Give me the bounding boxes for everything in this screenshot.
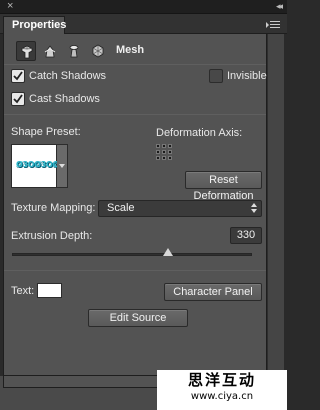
divider bbox=[4, 114, 266, 115]
cast-shadows-checkbox[interactable] bbox=[11, 92, 25, 106]
shape-preset-preview-text: Ø3OØ3OØ bbox=[16, 160, 60, 169]
properties-panel: Mesh Catch Shadows Invisible Cast Shadow… bbox=[3, 34, 267, 376]
cast-shadows-label: Cast Shadows bbox=[29, 93, 100, 105]
window-titlebar: × ◂◂ bbox=[0, 0, 287, 14]
watermark-title: 思洋互动 bbox=[187, 371, 256, 389]
text-color-swatch[interactable] bbox=[37, 283, 62, 298]
catch-shadows-label: Catch Shadows bbox=[29, 70, 107, 82]
deformation-axis-grid[interactable] bbox=[156, 144, 176, 164]
panel-scrollbar[interactable] bbox=[267, 34, 284, 376]
invisible-label: Invisible bbox=[227, 70, 267, 82]
shape-preset-dropdown[interactable] bbox=[57, 144, 68, 188]
tab-properties[interactable]: Properties bbox=[3, 16, 66, 34]
extrusion-depth-label: Extrusion Depth: bbox=[11, 230, 93, 242]
watermark-logo: 思洋互动 www.ciya.cn bbox=[157, 370, 287, 410]
close-icon[interactable]: × bbox=[7, 0, 13, 13]
invisible-checkbox[interactable] bbox=[209, 69, 223, 83]
divider bbox=[4, 270, 266, 271]
divider bbox=[4, 64, 266, 65]
text-color-label: Text: bbox=[11, 285, 35, 297]
panel-menu-icon[interactable] bbox=[266, 18, 280, 30]
character-panel-button[interactable]: Character Panel bbox=[164, 283, 262, 301]
extrusion-depth-input[interactable]: 330 bbox=[230, 227, 262, 244]
extrusion-depth-slider-thumb[interactable] bbox=[163, 248, 173, 256]
deformation-axis-label: Deformation Axis: bbox=[156, 127, 243, 139]
cap-mode-icon[interactable] bbox=[64, 41, 84, 61]
mode-label: Mesh bbox=[116, 44, 145, 56]
texture-mapping-select[interactable]: Scale bbox=[98, 200, 262, 217]
texture-mapping-label: Texture Mapping: bbox=[11, 202, 96, 214]
extrusion-depth-slider[interactable] bbox=[12, 253, 252, 256]
mesh-mode-icon[interactable] bbox=[16, 41, 36, 61]
shape-preset-label: Shape Preset: bbox=[11, 126, 81, 138]
reset-deformation-button[interactable]: Reset Deformation bbox=[185, 171, 262, 202]
edit-source-button[interactable]: Edit Source bbox=[88, 309, 188, 327]
shape-preset-preview[interactable]: Ø3OØ3OØ bbox=[11, 144, 60, 188]
catch-shadows-checkbox[interactable] bbox=[11, 69, 25, 83]
deform-mode-icon[interactable] bbox=[40, 41, 60, 61]
collapse-panel-icon[interactable]: ◂◂ bbox=[276, 0, 283, 13]
watermark-url: www.ciya.cn bbox=[190, 391, 254, 402]
coordinates-mode-icon[interactable] bbox=[88, 41, 108, 61]
select-arrows-icon bbox=[251, 203, 257, 214]
panel-tabbar: Properties bbox=[0, 14, 287, 34]
texture-mapping-value: Scale bbox=[107, 202, 135, 214]
chevron-down-icon bbox=[59, 164, 65, 168]
